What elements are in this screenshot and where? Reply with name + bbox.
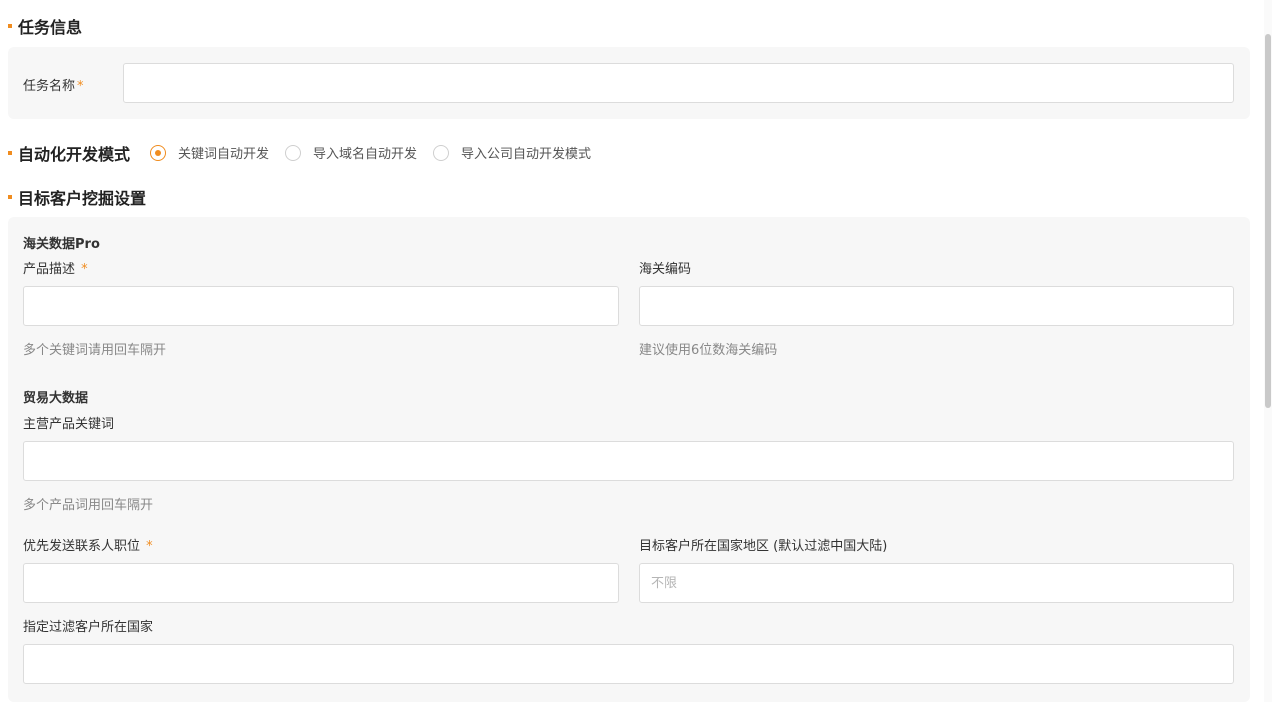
scrollbar-thumb[interactable]: [1265, 34, 1271, 408]
filter-country-label: 指定过滤客户所在国家: [23, 616, 153, 635]
radio-checked-icon: [150, 144, 166, 161]
contact-position-label: 优先发送联系人职位 *: [23, 535, 153, 554]
main-keywords-input[interactable]: [23, 441, 1234, 481]
required-mark: *: [77, 79, 84, 94]
main-keywords-label-text: 主营产品关键词: [23, 417, 115, 432]
task-name-label: 任务名称 *: [23, 75, 84, 94]
target-title: 目标客户挖掘设置: [18, 189, 147, 208]
target-panel: 海关数据Pro 产品描述 * 多个关键词请用回车隔开 海关编码 建议使用6位数海…: [8, 217, 1250, 702]
radio-label: 导入域名自动开发: [313, 147, 418, 162]
customs-subtitle: 海关数据Pro: [23, 237, 100, 252]
required-mark: *: [146, 539, 153, 554]
section-title-mode: 自动化开发模式: [8, 141, 130, 165]
hs-code-hint: 建议使用6位数海关编码: [639, 343, 778, 358]
main-keywords-label: 主营产品关键词: [23, 413, 114, 432]
filter-country-label-text: 指定过滤客户所在国家: [23, 620, 154, 635]
task-name-input[interactable]: [123, 63, 1234, 103]
page-scrollbar[interactable]: [1264, 0, 1272, 702]
section-marker-icon: [8, 195, 12, 199]
radio-unchecked-icon: [433, 144, 450, 161]
product-desc-input[interactable]: [23, 286, 619, 326]
mode-title: 自动化开发模式: [18, 145, 131, 164]
target-country-label: 目标客户所在国家地区 (默认过滤中国大陆): [639, 535, 887, 554]
radio-company-mode[interactable]: 导入公司自动开发模式: [433, 143, 591, 162]
section-title-target: 目标客户挖掘设置: [8, 185, 146, 209]
main-keywords-hint: 多个产品词用回车隔开: [23, 498, 154, 513]
target-country-input[interactable]: [639, 563, 1234, 603]
product-desc-label-text: 产品描述: [23, 262, 76, 277]
radio-label: 关键词自动开发: [178, 147, 270, 162]
radio-domain-mode[interactable]: 导入域名自动开发: [285, 143, 417, 162]
section-title-task-info: 任务信息: [8, 14, 82, 38]
radio-keyword-mode[interactable]: 关键词自动开发: [150, 143, 269, 162]
hs-code-label: 海关编码: [639, 258, 691, 277]
mode-radio-group: 关键词自动开发 导入域名自动开发 导入公司自动开发模式: [150, 143, 607, 162]
contact-position-input[interactable]: [23, 563, 619, 603]
radio-label: 导入公司自动开发模式: [461, 147, 592, 162]
task-name-label-text: 任务名称: [23, 79, 76, 94]
target-country-label-text: 目标客户所在国家地区 (默认过滤中国大陆): [639, 539, 888, 554]
radio-unchecked-icon: [285, 144, 302, 161]
required-mark: *: [81, 262, 88, 277]
section-marker-icon: [8, 151, 12, 155]
filter-country-input[interactable]: [23, 644, 1234, 684]
product-desc-hint: 多个关键词请用回车隔开: [23, 343, 167, 358]
section-marker-icon: [8, 24, 12, 28]
contact-position-label-text: 优先发送联系人职位: [23, 539, 141, 554]
hs-code-label-text: 海关编码: [639, 262, 692, 277]
task-info-title: 任务信息: [18, 18, 83, 37]
product-desc-label: 产品描述 *: [23, 258, 88, 277]
trade-subtitle: 贸易大数据: [23, 391, 89, 406]
task-info-panel: 任务名称 *: [8, 47, 1250, 119]
hs-code-input[interactable]: [639, 286, 1234, 326]
